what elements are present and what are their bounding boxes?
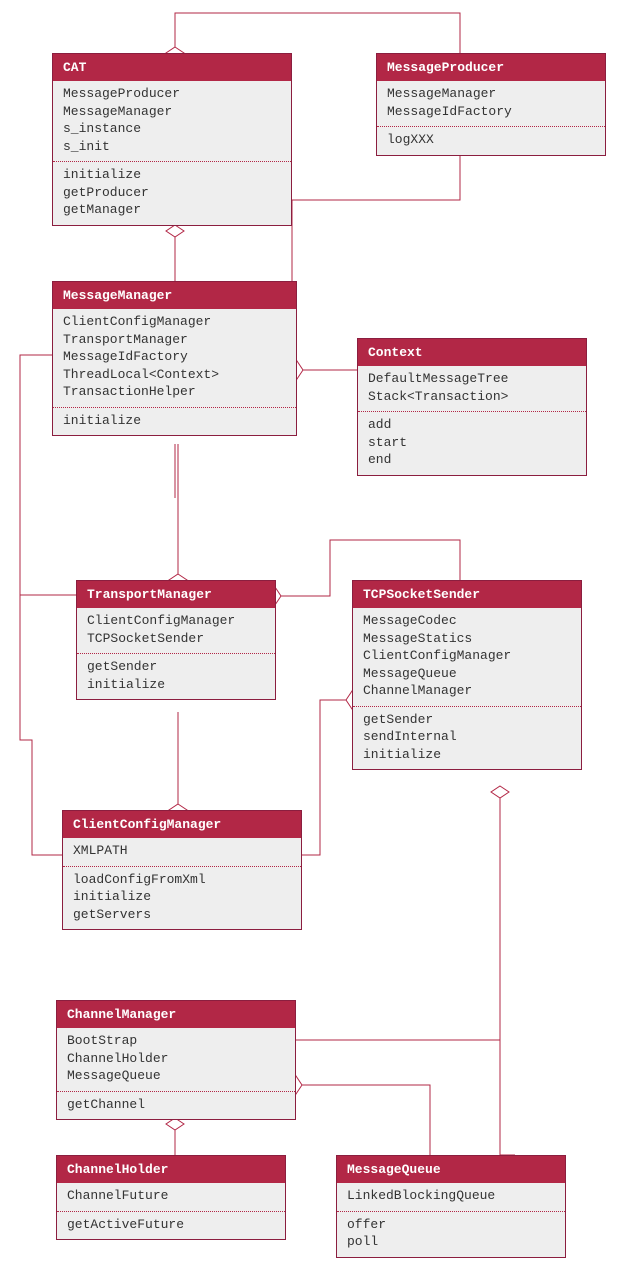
methods: initialize [53, 407, 296, 436]
attr: TCPSocketSender [87, 630, 265, 648]
methods: initialize getProducer getManager [53, 161, 291, 225]
attr: XMLPATH [73, 842, 291, 860]
method: initialize [63, 412, 286, 430]
attr: Stack<Transaction> [368, 388, 576, 406]
class-title: MessageManager [53, 282, 296, 309]
attr: ChannelHolder [67, 1050, 285, 1068]
attr: MessageStatics [363, 630, 571, 648]
methods: getSender sendInternal initialize [353, 706, 581, 770]
attr: MessageManager [63, 103, 281, 121]
class-title: ClientConfigManager [63, 811, 301, 838]
methods: add start end [358, 411, 586, 475]
attr: ClientConfigManager [363, 647, 571, 665]
methods: logXXX [377, 126, 605, 155]
methods: loadConfigFromXml initialize getServers [63, 866, 301, 930]
class-transport-manager: TransportManager ClientConfigManager TCP… [76, 580, 276, 700]
attributes: LinkedBlockingQueue [337, 1183, 565, 1211]
method: initialize [363, 746, 571, 764]
attr: LinkedBlockingQueue [347, 1187, 555, 1205]
class-message-producer: MessageProducer MessageManager MessageId… [376, 53, 606, 156]
attr: ChannelManager [363, 682, 571, 700]
attributes: DefaultMessageTree Stack<Transaction> [358, 366, 586, 411]
attributes: XMLPATH [63, 838, 301, 866]
attr: MessageQueue [67, 1067, 285, 1085]
class-channel-manager: ChannelManager BootStrap ChannelHolder M… [56, 1000, 296, 1120]
method: offer [347, 1216, 555, 1234]
attr: MessageIdFactory [63, 348, 286, 366]
method: getActiveFuture [67, 1216, 275, 1234]
attributes: BootStrap ChannelHolder MessageQueue [57, 1028, 295, 1091]
attributes: ClientConfigManager TCPSocketSender [77, 608, 275, 653]
attr: DefaultMessageTree [368, 370, 576, 388]
attributes: MessageManager MessageIdFactory [377, 81, 605, 126]
method: getManager [63, 201, 281, 219]
attr: TransactionHelper [63, 383, 286, 401]
class-title: MessageProducer [377, 54, 605, 81]
class-title: MessageQueue [337, 1156, 565, 1183]
attr: MessageIdFactory [387, 103, 595, 121]
attributes: MessageCodec MessageStatics ClientConfig… [353, 608, 581, 706]
attributes: ChannelFuture [57, 1183, 285, 1211]
class-client-config-manager: ClientConfigManager XMLPATH loadConfigFr… [62, 810, 302, 930]
attr: ClientConfigManager [87, 612, 265, 630]
class-title: ChannelManager [57, 1001, 295, 1028]
class-message-queue: MessageQueue LinkedBlockingQueue offer p… [336, 1155, 566, 1258]
method: end [368, 451, 576, 469]
class-title: TCPSocketSender [353, 581, 581, 608]
attr: ClientConfigManager [63, 313, 286, 331]
method: start [368, 434, 576, 452]
method: getServers [73, 906, 291, 924]
class-context: Context DefaultMessageTree Stack<Transac… [357, 338, 587, 476]
class-tcp-socket-sender: TCPSocketSender MessageCodec MessageStat… [352, 580, 582, 770]
methods: getChannel [57, 1091, 295, 1120]
class-cat: CAT MessageProducer MessageManager s_ins… [52, 53, 292, 226]
method: sendInternal [363, 728, 571, 746]
method: getSender [363, 711, 571, 729]
methods: getSender initialize [77, 653, 275, 699]
method: logXXX [387, 131, 595, 149]
attr: MessageProducer [63, 85, 281, 103]
class-title: ChannelHolder [57, 1156, 285, 1183]
attr: BootStrap [67, 1032, 285, 1050]
attr: TransportManager [63, 331, 286, 349]
class-channel-holder: ChannelHolder ChannelFuture getActiveFut… [56, 1155, 286, 1240]
methods: offer poll [337, 1211, 565, 1257]
methods: getActiveFuture [57, 1211, 285, 1240]
class-title: CAT [53, 54, 291, 81]
method: getProducer [63, 184, 281, 202]
method: add [368, 416, 576, 434]
attr: MessageManager [387, 85, 595, 103]
attr: ThreadLocal<Context> [63, 366, 286, 384]
attr: ChannelFuture [67, 1187, 275, 1205]
attr: MessageQueue [363, 665, 571, 683]
method: loadConfigFromXml [73, 871, 291, 889]
method: getSender [87, 658, 265, 676]
method: initialize [73, 888, 291, 906]
method: poll [347, 1233, 555, 1251]
attributes: ClientConfigManager TransportManager Mes… [53, 309, 296, 407]
class-title: TransportManager [77, 581, 275, 608]
class-message-manager: MessageManager ClientConfigManager Trans… [52, 281, 297, 436]
attr: s_instance [63, 120, 281, 138]
method: getChannel [67, 1096, 285, 1114]
attributes: MessageProducer MessageManager s_instanc… [53, 81, 291, 161]
method: initialize [63, 166, 281, 184]
class-title: Context [358, 339, 586, 366]
method: initialize [87, 676, 265, 694]
attr: s_init [63, 138, 281, 156]
attr: MessageCodec [363, 612, 571, 630]
